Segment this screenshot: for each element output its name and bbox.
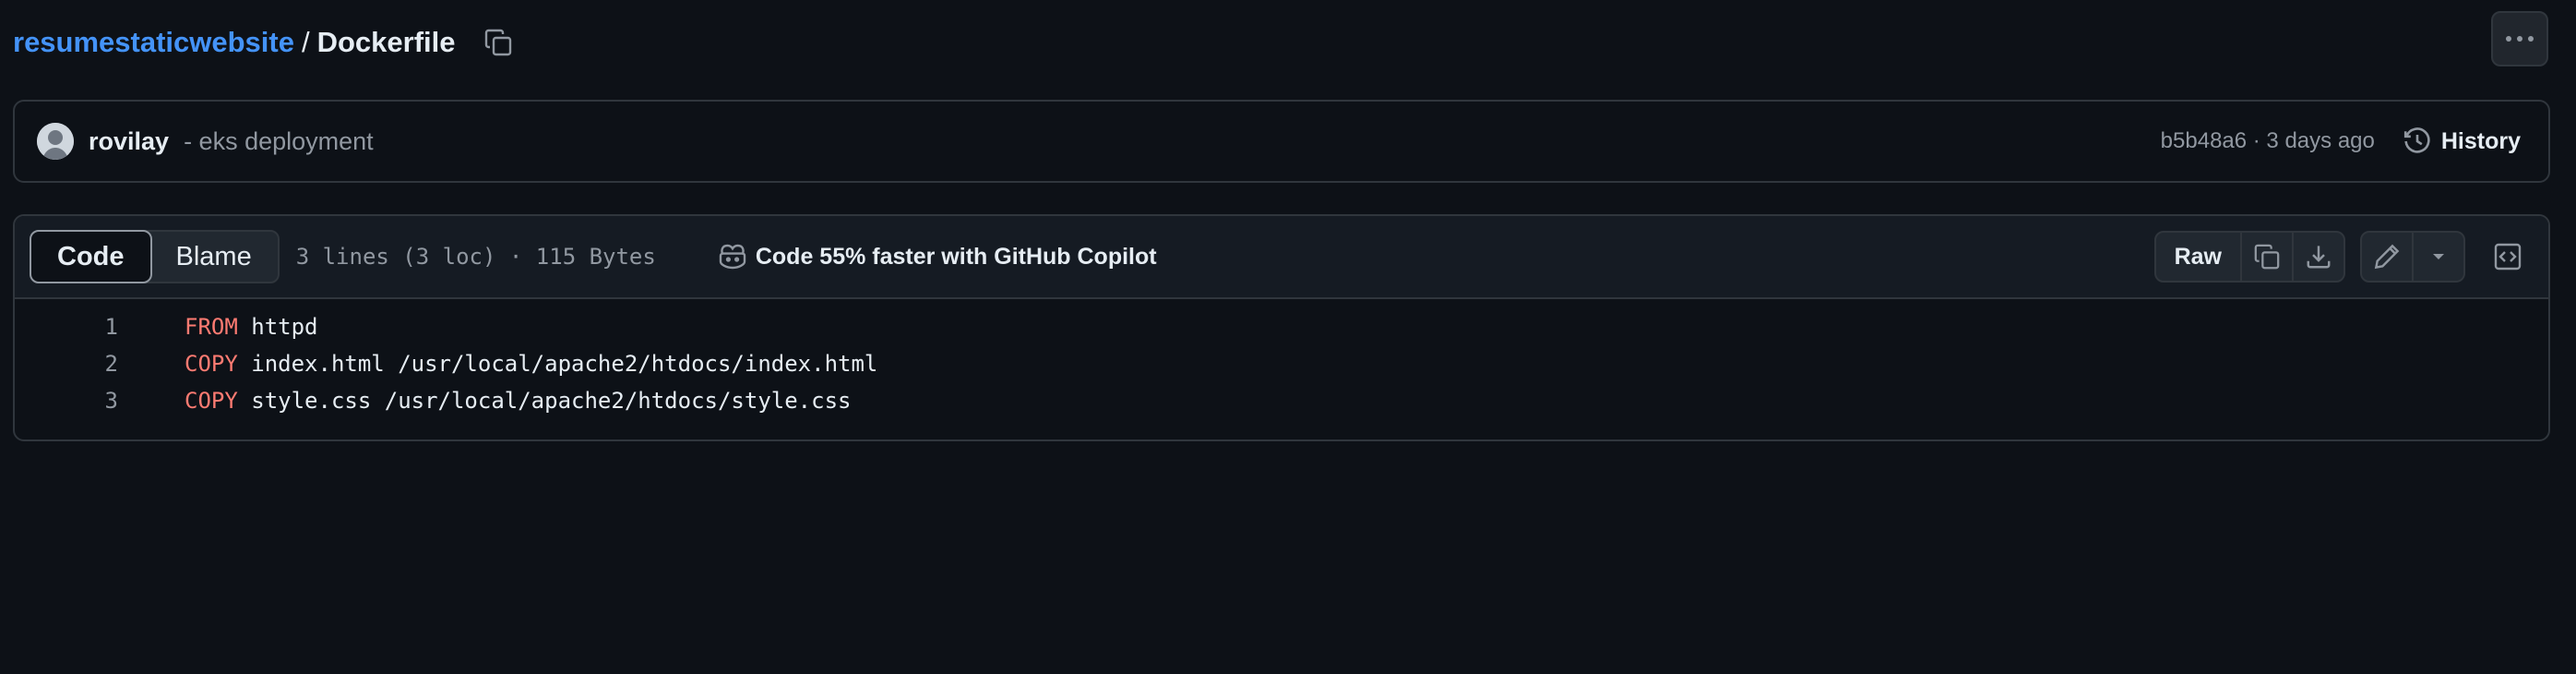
avatar-image [37, 123, 74, 160]
copilot-label: Code 55% faster with GitHub Copilot [755, 243, 1157, 270]
commit-message[interactable]: - eks deployment [184, 127, 374, 156]
edit-options-dropdown[interactable] [2412, 233, 2463, 281]
edit-group [2360, 231, 2465, 283]
commit-sha-time[interactable]: b5b48a6 · 3 days ago [2161, 128, 2375, 154]
download-button[interactable] [2292, 233, 2343, 281]
history-label: History [2440, 127, 2521, 154]
breadcrumb-file-name: Dockerfile [316, 26, 456, 58]
copilot-icon [719, 244, 746, 270]
symbols-panel-button[interactable] [2482, 231, 2534, 283]
copy-raw-button[interactable] [2240, 233, 2292, 281]
download-icon [2307, 246, 2331, 269]
code-view: 1 FROM httpd 2 COPY index.html /usr/loca… [15, 299, 2548, 419]
commit-author[interactable]: rovilay [89, 127, 169, 156]
kebab-icon [2506, 36, 2534, 42]
avatar[interactable] [37, 123, 74, 160]
breadcrumb-separator: / [301, 26, 310, 58]
code-line: 1 FROM httpd [15, 308, 2548, 345]
line-content: FROM httpd [185, 314, 318, 340]
line-content: COPY style.css /usr/local/apache2/htdocs… [185, 388, 851, 414]
copy-icon [484, 29, 511, 56]
tab-code[interactable]: Code [30, 230, 152, 283]
edit-file-button[interactable] [2362, 233, 2412, 281]
raw-button[interactable]: Raw [2156, 233, 2240, 281]
latest-commit-box: rovilay - eks deployment b5b48a6 · 3 day… [13, 100, 2550, 183]
pencil-icon [2374, 244, 2400, 270]
code-text: style.css /usr/local/apache2/htdocs/styl… [237, 388, 852, 414]
copy-path-button[interactable] [480, 24, 517, 61]
view-toggle: Code Blame [30, 230, 280, 283]
file-meta: 3 lines (3 loc) · 115 Bytes [295, 244, 656, 270]
tab-blame[interactable]: Blame [150, 232, 278, 282]
commit-meta: b5b48a6 · 3 days ago History [2161, 102, 2521, 181]
breadcrumb: resumestaticwebsite / Dockerfile [13, 20, 517, 65]
raw-copy-download-group: Raw [2153, 231, 2345, 283]
history-button[interactable]: History [2403, 126, 2521, 156]
copy-icon [2254, 244, 2280, 270]
breadcrumb-repo-link[interactable]: resumestaticwebsite [13, 26, 294, 59]
file-header: Code Blame 3 lines (3 loc) · 115 Bytes C… [15, 216, 2548, 299]
code-line: 3 COPY style.css /usr/local/apache2/htdo… [15, 382, 2548, 419]
code-text: httpd [237, 314, 318, 340]
history-icon [2403, 127, 2430, 153]
line-number[interactable]: 1 [15, 314, 118, 340]
line-content: COPY index.html /usr/local/apache2/htdoc… [185, 351, 877, 377]
more-options-button[interactable] [2491, 11, 2548, 66]
code-square-icon [2494, 243, 2522, 271]
copilot-promo-link[interactable]: Code 55% faster with GitHub Copilot [717, 242, 1157, 271]
line-number[interactable]: 3 [15, 388, 118, 414]
code-keyword: FROM [185, 314, 238, 340]
code-line: 2 COPY index.html /usr/local/apache2/htd… [15, 345, 2548, 382]
code-text: index.html /usr/local/apache2/htdocs/ind… [237, 351, 878, 377]
code-keyword: COPY [185, 388, 238, 414]
triangle-down-icon [2433, 254, 2444, 259]
code-keyword: COPY [185, 351, 238, 377]
file-viewer: Code Blame 3 lines (3 loc) · 115 Bytes C… [13, 214, 2550, 441]
line-number[interactable]: 2 [15, 351, 118, 377]
file-actions: Raw [2153, 216, 2534, 297]
